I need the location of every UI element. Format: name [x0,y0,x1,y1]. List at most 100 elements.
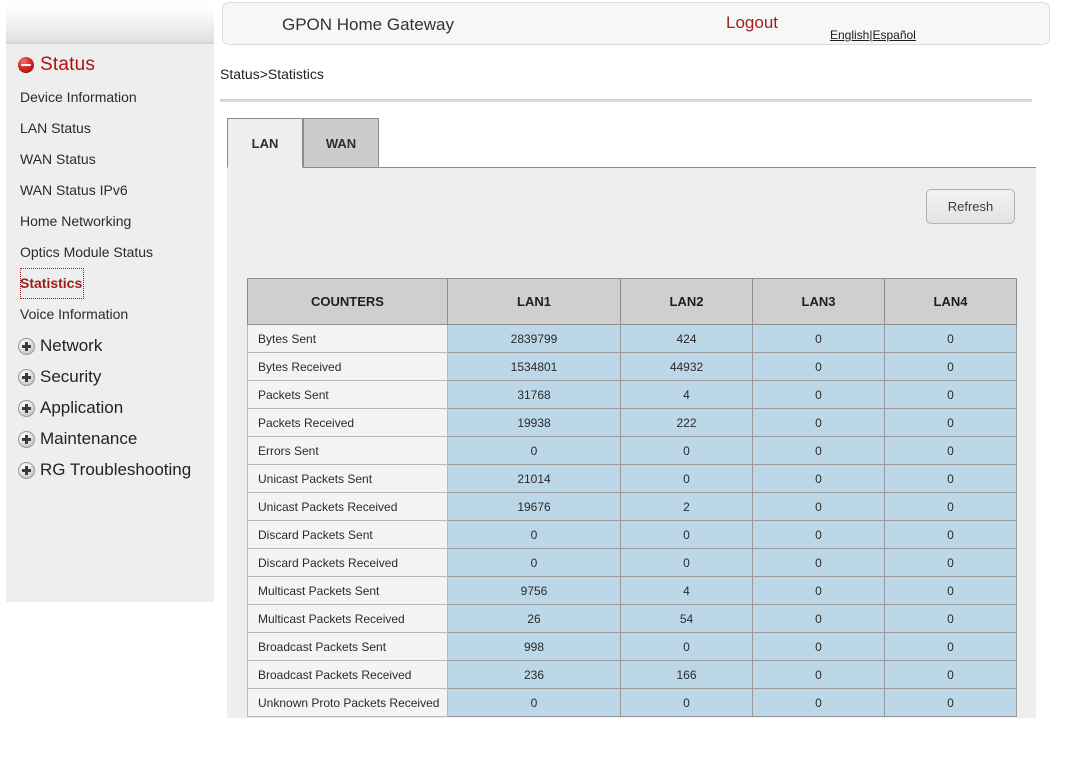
table-row: Broadcast Packets Sent998000 [248,633,1017,661]
plus-circle-icon [18,462,35,479]
sidebar-item-lan-status[interactable]: LAN Status [6,113,214,144]
counter-label: Bytes Received [248,353,448,381]
table-row: Multicast Packets Sent9756400 [248,577,1017,605]
table-row: Bytes Received15348014493200 [248,353,1017,381]
counter-value: 0 [885,409,1017,437]
plus-circle-icon [18,369,35,386]
counter-label: Packets Received [248,409,448,437]
table-row: Unicast Packets Sent21014000 [248,465,1017,493]
counter-value: 0 [753,381,885,409]
counter-value: 0 [448,689,621,717]
table-row: Unicast Packets Received19676200 [248,493,1017,521]
sidebar-nav: Status Device Information LAN Status WAN… [6,44,214,485]
counter-value: 0 [753,353,885,381]
sidebar-item-home-networking[interactable]: Home Networking [6,206,214,237]
counter-value: 424 [621,325,753,353]
sidebar-logo-panel [6,0,214,44]
counter-value: 0 [885,633,1017,661]
counter-value: 0 [753,409,885,437]
table-row: Bytes Sent283979942400 [248,325,1017,353]
header-bar: GPON Home Gateway Logout English|Español [222,2,1050,45]
counter-value: 0 [753,493,885,521]
sidebar-group-status[interactable]: Status [6,44,214,82]
sidebar-item-wan-status-ipv6[interactable]: WAN Status IPv6 [6,175,214,206]
counter-value: 19938 [448,409,621,437]
sidebar-item-wan-status[interactable]: WAN Status [6,144,214,175]
counter-label: Broadcast Packets Received [248,661,448,689]
column-header-lan1: LAN1 [448,279,621,325]
counter-value: 31768 [448,381,621,409]
counter-value: 0 [621,689,753,717]
counter-value: 166 [621,661,753,689]
sidebar-item-label: Application [40,398,123,418]
language-switcher: English|Español [830,28,916,42]
counter-label: Discard Packets Sent [248,521,448,549]
sidebar-item-label: Maintenance [40,429,137,449]
counter-value: 0 [621,633,753,661]
plus-circle-icon [18,400,35,417]
language-spanish-link[interactable]: Español [872,28,915,42]
counter-value: 21014 [448,465,621,493]
counter-value: 0 [753,437,885,465]
logout-button[interactable]: Logout [726,13,778,33]
counter-value: 0 [448,521,621,549]
column-header-lan2: LAN2 [621,279,753,325]
counter-value: 0 [885,605,1017,633]
counter-value: 9756 [448,577,621,605]
counter-value: 0 [753,661,885,689]
tab-bar: LAN WAN [227,118,379,167]
minus-circle-icon [18,57,34,73]
counter-label: Unicast Packets Sent [248,465,448,493]
counter-value: 0 [753,549,885,577]
counter-value: 0 [448,437,621,465]
breadcrumb: Status>Statistics [220,66,324,82]
sidebar-item-optics-module-status[interactable]: Optics Module Status [6,237,214,268]
counter-value: 4 [621,381,753,409]
counter-value: 0 [621,437,753,465]
counter-value: 54 [621,605,753,633]
counter-value: 0 [885,493,1017,521]
sidebar-item-application[interactable]: Application [6,392,214,423]
sidebar-item-statistics[interactable]: Statistics [20,268,84,299]
refresh-button[interactable]: Refresh [926,189,1015,224]
counter-label: Discard Packets Received [248,549,448,577]
sidebar: Status Device Information LAN Status WAN… [6,0,214,602]
table-header-row: COUNTERS LAN1 LAN2 LAN3 LAN4 [248,279,1017,325]
sidebar-item-maintenance[interactable]: Maintenance [6,423,214,454]
counter-value: 998 [448,633,621,661]
counter-value: 0 [753,605,885,633]
counter-label: Broadcast Packets Sent [248,633,448,661]
sidebar-item-label: Security [40,367,101,387]
table-row: Packets Received1993822200 [248,409,1017,437]
sidebar-item-label: RG Troubleshooting [40,460,191,480]
tab-wan[interactable]: WAN [303,118,379,167]
breadcrumb-divider [220,99,1032,102]
tab-lan[interactable]: LAN [227,118,303,168]
sidebar-item-device-information[interactable]: Device Information [6,82,214,113]
counter-label: Bytes Sent [248,325,448,353]
statistics-table-body: Bytes Sent283979942400Bytes Received1534… [248,325,1017,717]
table-row: Broadcast Packets Received23616600 [248,661,1017,689]
language-english-link[interactable]: English [830,28,869,42]
counter-value: 0 [753,325,885,353]
counter-value: 0 [448,549,621,577]
counter-value: 4 [621,577,753,605]
sidebar-item-rg-troubleshooting[interactable]: RG Troubleshooting [6,454,214,485]
counter-value: 0 [885,465,1017,493]
table-row: Packets Sent31768400 [248,381,1017,409]
counter-value: 0 [753,633,885,661]
counter-value: 0 [885,689,1017,717]
sidebar-item-voice-information[interactable]: Voice Information [6,299,214,330]
sidebar-item-network[interactable]: Network [6,330,214,361]
counter-value: 2839799 [448,325,621,353]
table-row: Errors Sent0000 [248,437,1017,465]
counter-value: 0 [885,577,1017,605]
counter-value: 0 [753,465,885,493]
content-panel: Refresh COUNTERS LAN1 LAN2 LAN3 LAN4 Byt… [227,167,1036,718]
counter-value: 1534801 [448,353,621,381]
sidebar-item-security[interactable]: Security [6,361,214,392]
column-header-lan3: LAN3 [753,279,885,325]
counter-value: 0 [621,549,753,577]
counter-value: 2 [621,493,753,521]
table-row: Unknown Proto Packets Received0000 [248,689,1017,717]
